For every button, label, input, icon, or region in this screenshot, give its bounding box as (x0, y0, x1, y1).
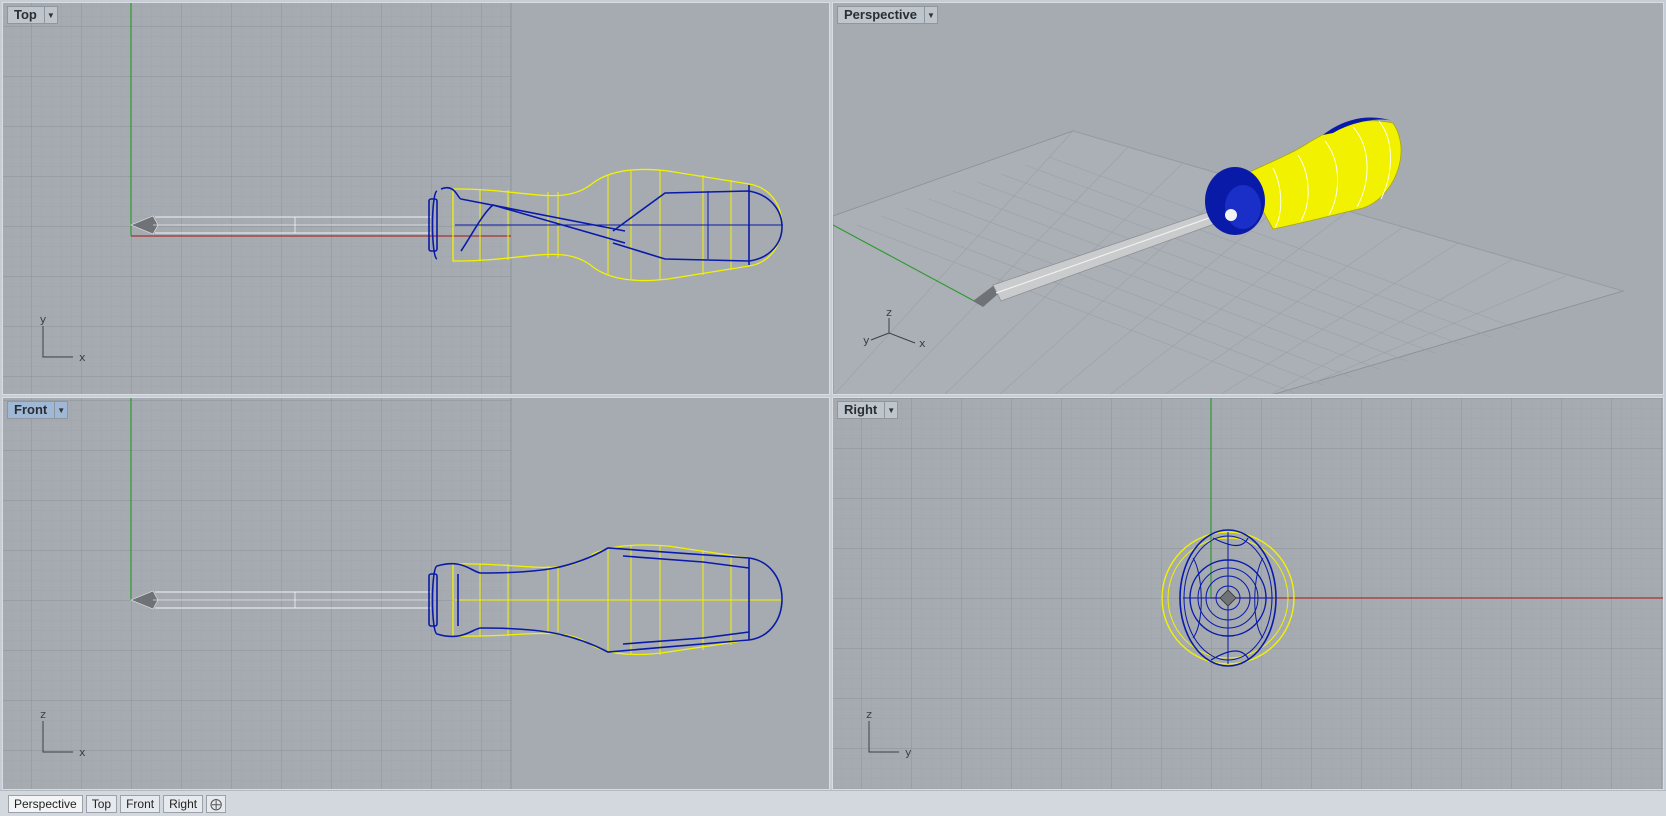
svg-text:y: y (905, 746, 912, 759)
viewport-perspective[interactable]: z y x Perspective ▼ (832, 2, 1664, 395)
viewport-title-top[interactable]: Top ▼ (7, 6, 58, 24)
viewport-front[interactable]: z x Front ▼ (2, 397, 830, 790)
tab-top[interactable]: Top (85, 794, 118, 813)
svg-text:z: z (866, 708, 872, 721)
dropdown-arrow-icon[interactable]: ▼ (43, 7, 57, 23)
add-viewport-icon[interactable]: ⨁ (206, 794, 227, 813)
tab-perspective[interactable]: Perspective (8, 794, 83, 813)
viewport-title-front[interactable]: Front ▼ (7, 401, 69, 419)
viewport-title-label: Perspective (844, 7, 917, 22)
screwdriver-handle-3d (1205, 117, 1402, 235)
svg-text:z: z (40, 708, 46, 721)
viewport-title-right[interactable]: Right ▼ (837, 401, 899, 419)
viewport-title-perspective[interactable]: Perspective ▼ (837, 6, 938, 24)
viewport-right[interactable]: z y Right ▼ (832, 397, 1664, 790)
svg-text:x: x (919, 337, 926, 350)
viewport-top[interactable]: y x Top ▼ (2, 2, 830, 395)
viewport-tab-bar: Perspective Top Front Right ⨁ (0, 790, 1666, 816)
svg-text:z: z (886, 306, 892, 319)
tab-front[interactable]: Front (120, 794, 161, 813)
svg-text:x: x (79, 351, 86, 364)
viewport-perspective-canvas[interactable]: z y x (833, 3, 1664, 395)
svg-text:x: x (79, 746, 86, 759)
viewport-title-label: Top (14, 7, 37, 22)
dropdown-arrow-icon[interactable]: ▼ (54, 402, 67, 418)
viewport-right-canvas[interactable]: z y (833, 398, 1664, 790)
viewport-top-canvas[interactable]: y x (3, 3, 830, 395)
svg-text:y: y (40, 313, 47, 326)
tab-right[interactable]: Right (163, 794, 204, 813)
viewport-front-canvas[interactable]: z x (3, 398, 830, 790)
svg-text:y: y (863, 334, 870, 347)
dropdown-arrow-icon[interactable]: ▼ (924, 7, 937, 23)
dropdown-arrow-icon[interactable]: ▼ (884, 402, 897, 418)
viewport-title-label: Right (844, 402, 878, 417)
viewport-title-label: Front (14, 402, 48, 417)
